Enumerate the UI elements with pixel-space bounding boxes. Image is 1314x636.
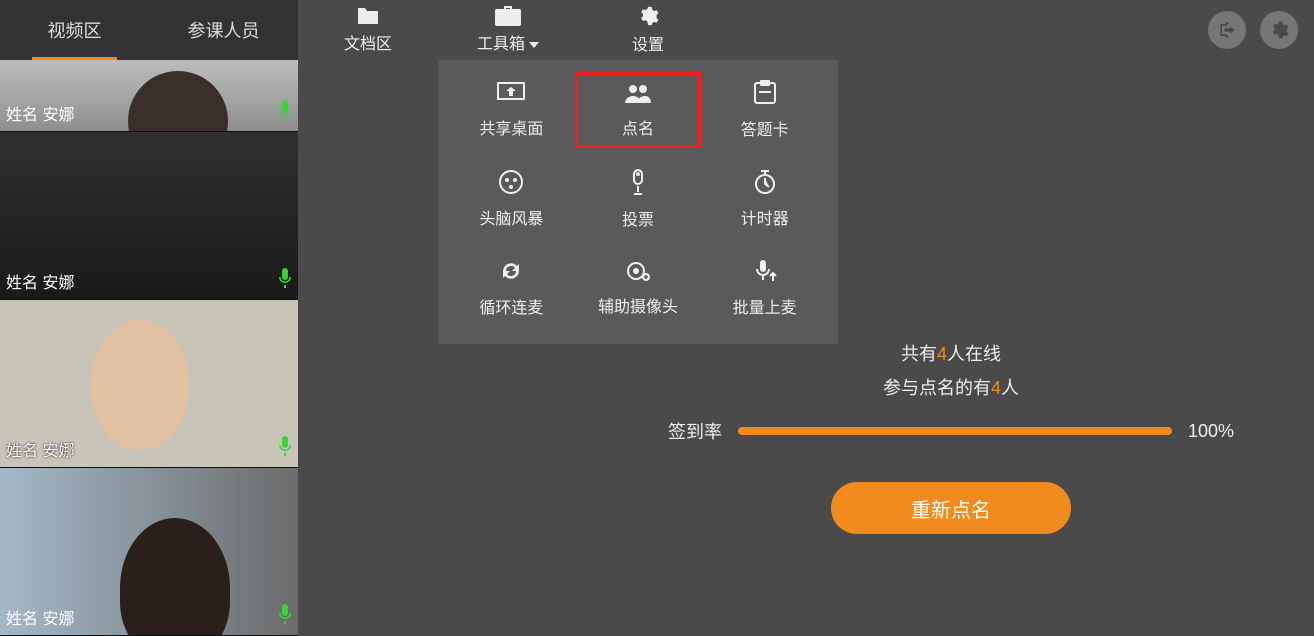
- progress-percent: 100%: [1188, 421, 1234, 442]
- sidebar: 视频区 参课人员 姓名 安娜 姓名 安娜 姓名 安娜: [0, 0, 298, 636]
- card-icon: [752, 80, 778, 106]
- tool-label: 循环连麦: [479, 294, 543, 318]
- tool-label: 答题卡: [741, 116, 789, 140]
- tool-answer-card[interactable]: 答题卡: [701, 72, 828, 148]
- tool-label: 点名: [622, 115, 654, 139]
- topbar-label: 设置: [632, 31, 664, 55]
- topbar-label: 文档区: [344, 30, 392, 54]
- tool-aux-camera[interactable]: 辅助摄像头: [575, 250, 702, 326]
- avatar: [90, 320, 190, 450]
- avatar: [120, 518, 230, 636]
- tool-label: 头脑风暴: [479, 205, 543, 229]
- tool-label: 投票: [622, 206, 654, 230]
- topbar-label: 工具箱: [477, 30, 539, 54]
- brainstorm-icon: [498, 169, 524, 195]
- video-name-label: 姓名 安娜: [6, 437, 74, 461]
- logout-icon: [1217, 20, 1237, 40]
- video-item[interactable]: 姓名 安娜: [0, 132, 298, 300]
- video-item[interactable]: 姓名 安娜: [0, 300, 298, 468]
- toolbox-dropdown: 共享桌面 点名 答题卡 头脑风暴 投票 计时器 循环连麦 辅助摄像头 批量上麦: [438, 60, 838, 344]
- rollcall-panel: 共有4人在线 参与点名的有4人 签到率 100% 重新点名: [668, 340, 1234, 534]
- tool-share-desktop[interactable]: 共享桌面: [448, 72, 575, 148]
- tool-brainstorm[interactable]: 头脑风暴: [448, 160, 575, 238]
- gear-icon: [1269, 20, 1289, 40]
- video-list: 姓名 安娜 姓名 安娜 姓名 安娜 姓名: [0, 60, 298, 636]
- video-item[interactable]: 姓名 安娜: [0, 468, 298, 636]
- progress-bar: [738, 427, 1172, 435]
- share-screen-icon: [496, 81, 526, 105]
- loop-icon: [498, 258, 524, 284]
- toolbox-icon: [495, 6, 521, 26]
- chevron-down-icon: [529, 42, 539, 48]
- tool-rollcall[interactable]: 点名: [575, 72, 702, 148]
- topbar-toolbox[interactable]: 工具箱: [438, 0, 578, 60]
- mic-icon: [278, 604, 292, 629]
- tab-video-area[interactable]: 视频区: [0, 0, 149, 60]
- mic-icon: [278, 268, 292, 293]
- video-name-label: 姓名 安娜: [6, 101, 74, 125]
- progress-row: 签到率 100%: [668, 418, 1234, 444]
- topbar-right: [1208, 0, 1314, 60]
- avatar: [128, 71, 228, 132]
- camera-icon: [624, 259, 652, 283]
- sidebar-tabs: 视频区 参课人员: [0, 0, 298, 60]
- video-item[interactable]: 姓名 安娜: [0, 60, 298, 132]
- vote-icon: [627, 168, 649, 196]
- redo-rollcall-button[interactable]: 重新点名: [831, 482, 1071, 534]
- tool-label: 批量上麦: [733, 294, 797, 318]
- settings-button[interactable]: [1260, 11, 1298, 49]
- video-name-label: 姓名 安娜: [6, 269, 74, 293]
- progress-label: 签到率: [668, 418, 722, 444]
- mic-icon: [278, 100, 292, 125]
- topbar-settings[interactable]: 设置: [578, 0, 718, 60]
- tool-vote[interactable]: 投票: [575, 160, 702, 238]
- topbar: 文档区 工具箱 设置: [298, 0, 1314, 60]
- folder-icon: [356, 6, 380, 26]
- tool-label: 辅助摄像头: [598, 293, 678, 317]
- tool-loop-mic[interactable]: 循环连麦: [448, 250, 575, 326]
- tab-label: 参课人员: [188, 17, 260, 43]
- topbar-documents[interactable]: 文档区: [298, 0, 438, 60]
- batch-mic-icon: [753, 258, 777, 284]
- tab-participants[interactable]: 参课人员: [149, 0, 298, 60]
- people-icon: [623, 81, 653, 105]
- logout-button[interactable]: [1208, 11, 1246, 49]
- timer-icon: [752, 169, 778, 195]
- tool-batch-mic[interactable]: 批量上麦: [701, 250, 828, 326]
- participate-count-line: 参与点名的有4人: [668, 374, 1234, 400]
- gear-icon: [637, 5, 659, 27]
- tool-timer[interactable]: 计时器: [701, 160, 828, 238]
- tool-label: 共享桌面: [479, 115, 543, 139]
- tab-label: 视频区: [48, 17, 102, 43]
- tool-label: 计时器: [741, 205, 789, 229]
- video-name-label: 姓名 安娜: [6, 605, 74, 629]
- mic-icon: [278, 436, 292, 461]
